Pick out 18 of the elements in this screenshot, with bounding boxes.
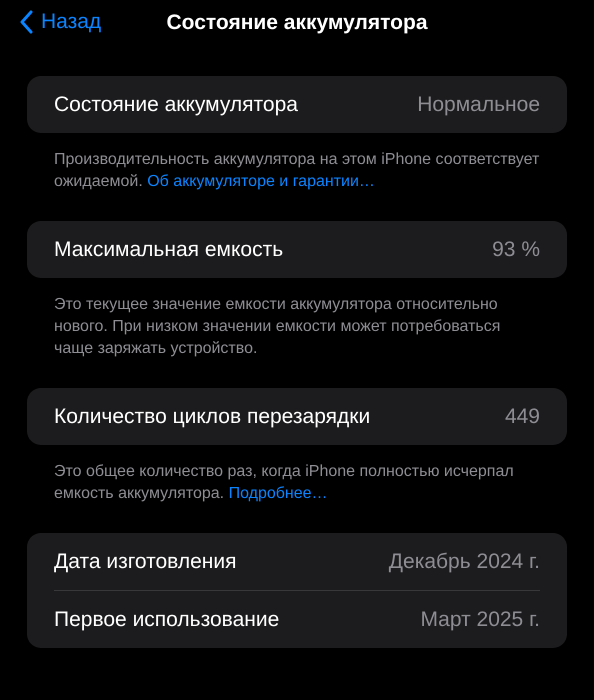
row-label: Дата изготовления bbox=[54, 550, 236, 574]
footnote-text: Это общее количество раз, когда iPhone полностью исчерпал емкость аккумулятора. Подробнее… bbox=[54, 462, 515, 504]
row-label: Первое использование bbox=[54, 608, 280, 632]
row-value: 449 bbox=[504, 404, 540, 428]
more-link[interactable]: Подробнее… bbox=[228, 485, 328, 502]
row-value: 93 % bbox=[492, 238, 540, 262]
footnote-text: Это текущее значение емкости аккумулятора относительно нового. При низком значении емкости может потребоваться чаще заряжать устройство. bbox=[54, 295, 502, 359]
row-value: Март 2025 г. bbox=[420, 608, 540, 632]
row-label: Максимальная емкость bbox=[54, 238, 284, 262]
screen-title: Состояние аккумулятора bbox=[166, 11, 428, 35]
chevron-left-icon bbox=[19, 10, 33, 34]
row-value: Нормальное bbox=[417, 92, 540, 116]
back-button[interactable]: Назад bbox=[15, 8, 106, 36]
row-label: Состояние аккумулятора bbox=[54, 92, 298, 116]
footnote-text: Производительность аккумулятора на этом iPhone соответствует ожидаемой. Об аккумуляторе и гарантии… bbox=[54, 150, 540, 192]
row-value: Декабрь 2024 г. bbox=[388, 550, 540, 574]
row-label: Количество циклов перезарядки bbox=[54, 404, 370, 428]
more-link[interactable]: Об аккумуляторе и гарантии… bbox=[147, 173, 375, 190]
